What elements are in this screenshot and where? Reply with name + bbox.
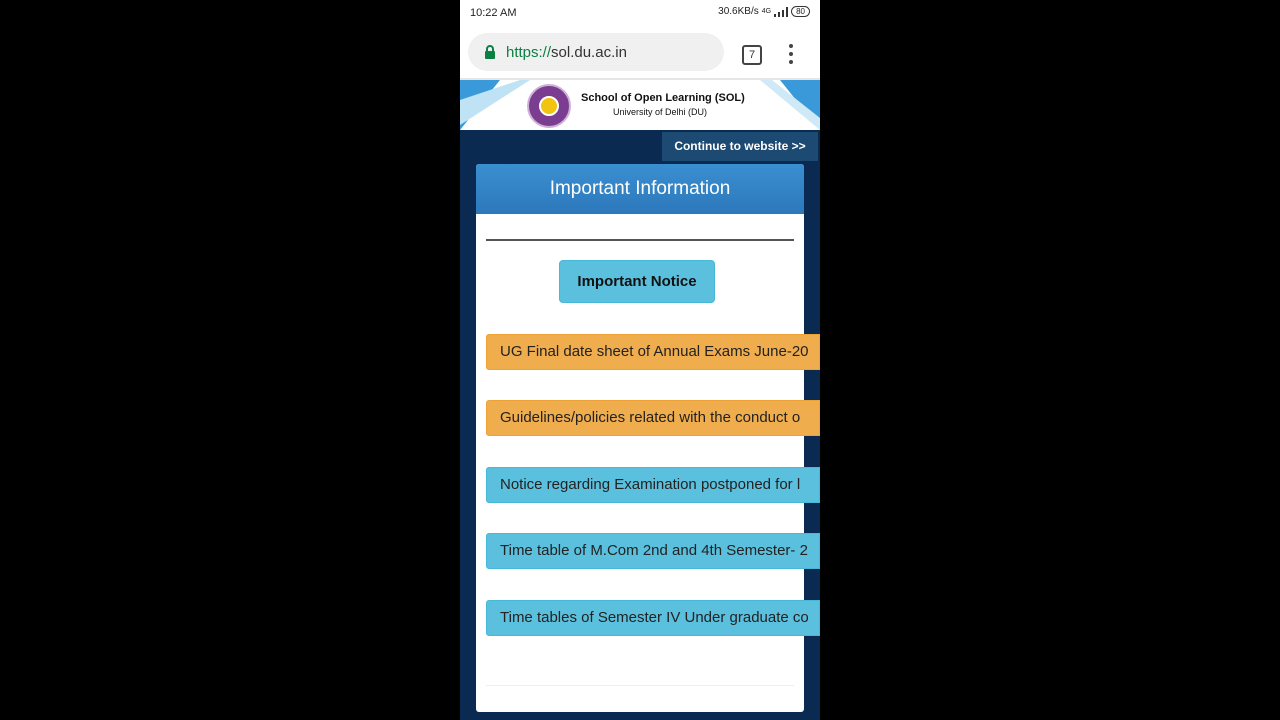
bottom-divider (486, 685, 794, 686)
address-bar[interactable]: https://sol.du.ac.in (468, 33, 724, 71)
divider (486, 239, 794, 241)
network-speed: 30.6KB/s (718, 6, 759, 17)
battery-icon: 80 (791, 6, 810, 17)
notice-link[interactable]: Guidelines/policies related with the con… (486, 400, 820, 436)
phone-screen: 10:22 AM 30.6KB/s 4G 80 https://sol.du.a… (460, 0, 820, 720)
status-indicators: 30.6KB/s 4G 80 (718, 6, 810, 17)
site-title: School of Open Learning (SOL) (581, 92, 745, 104)
url-host: sol.du.ac.in (551, 43, 627, 61)
important-information-panel: Important Information Important Notice U… (476, 164, 820, 712)
lock-icon (485, 45, 495, 59)
overflow-menu-icon[interactable] (786, 44, 796, 64)
network-type: 4G (761, 8, 772, 15)
site-header: School of Open Learning (SOL) University… (460, 80, 820, 130)
panel-title: Important Information (476, 164, 804, 214)
status-bar: 10:22 AM 30.6KB/s 4G 80 (460, 0, 820, 26)
browser-toolbar: https://sol.du.ac.in 7 (460, 26, 820, 80)
signal-icon (774, 6, 789, 17)
url-scheme: https:// (506, 43, 552, 61)
site-subtitle: University of Delhi (DU) (613, 107, 708, 117)
notice-link[interactable]: Time table of M.Com 2nd and 4th Semester… (486, 533, 820, 569)
tab-switcher-button[interactable]: 7 (742, 45, 762, 65)
status-time: 10:22 AM (470, 7, 517, 19)
url-text[interactable]: https://sol.du.ac.in (506, 44, 627, 61)
header-decoration (460, 80, 820, 130)
continue-to-website-button[interactable]: Continue to website >> (662, 132, 818, 161)
notice-link[interactable]: Notice regarding Examination postponed f… (486, 467, 820, 503)
sol-logo (527, 84, 571, 128)
notice-link[interactable]: Time tables of Semester IV Under graduat… (486, 600, 820, 636)
important-notice-button[interactable]: Important Notice (559, 260, 715, 303)
notice-link[interactable]: UG Final date sheet of Annual Exams June… (486, 334, 820, 370)
